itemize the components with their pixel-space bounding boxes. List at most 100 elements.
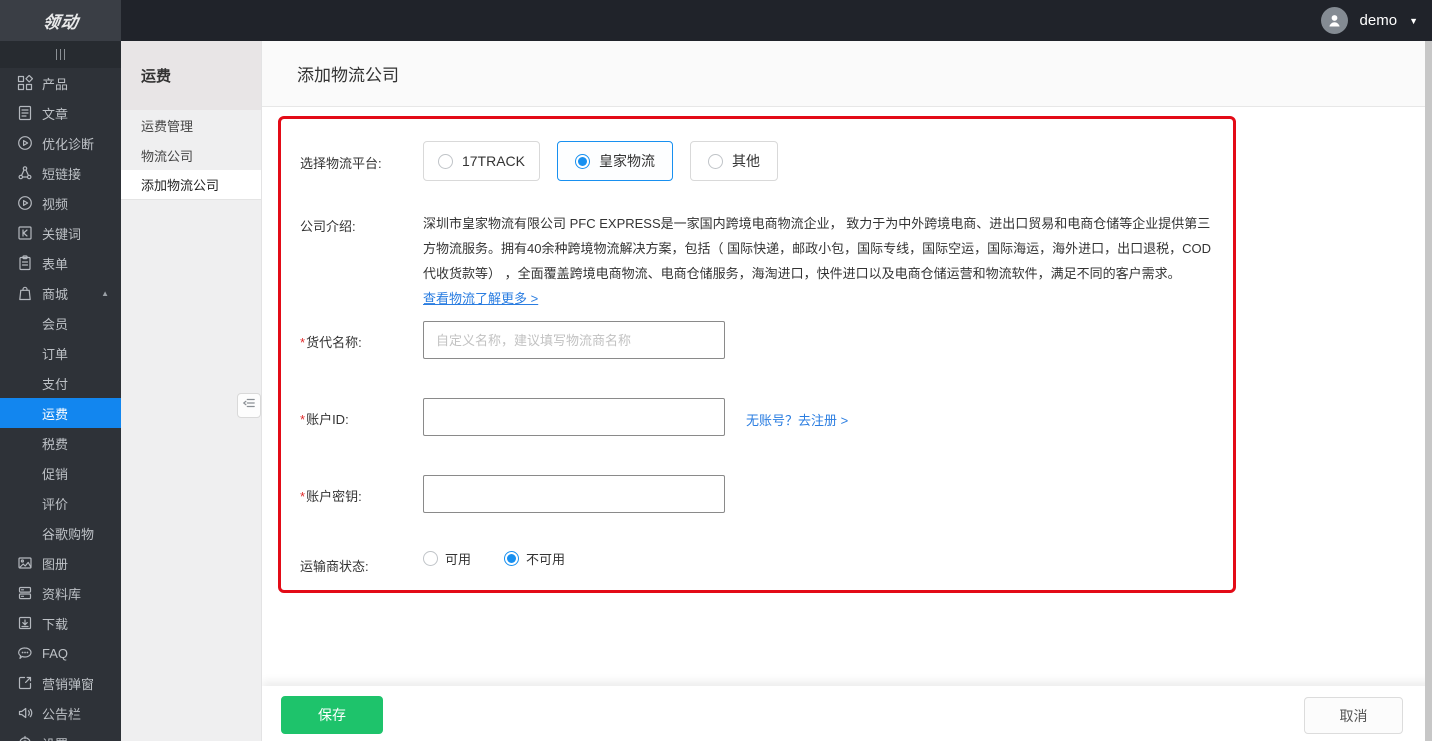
sidebar-item-label: 视频	[42, 194, 68, 213]
sidebar-item-label: 关键词	[42, 224, 81, 243]
user-menu[interactable]: demo ▼	[1321, 0, 1418, 41]
announcement-icon	[16, 705, 33, 722]
submenu-title: 运费	[121, 41, 261, 110]
sidebar-item-announcements[interactable]: 公告栏	[0, 698, 121, 728]
album-icon	[16, 555, 33, 572]
primary-sidebar: 产品 文章 优化诊断 短链接 视频 关键词 表单 商城 ▲ 会员 订单 支付 运…	[0, 41, 121, 741]
sidebar-item-members[interactable]: 会员	[0, 308, 121, 338]
status-option-unavailable[interactable]: 不可用	[504, 549, 565, 568]
sidebar-item-label: FAQ	[42, 646, 68, 661]
learn-more-link[interactable]: 查看物流了解更多 >	[423, 291, 538, 306]
shortlink-icon	[16, 165, 33, 182]
sidebar-item-video[interactable]: 视频	[0, 188, 121, 218]
radio-icon	[438, 154, 453, 169]
forwarder-name-label: *货代名称:	[300, 332, 362, 351]
sidebar-item-tax[interactable]: 税费	[0, 428, 121, 458]
carrier-status-options: 可用 不可用	[423, 549, 565, 568]
keyword-icon	[16, 225, 33, 242]
sidebar-item-label: 表单	[42, 254, 68, 273]
submenu-item-shipping-management[interactable]: 运费管理	[121, 110, 261, 140]
sidebar-item-label: 谷歌购物	[42, 524, 94, 543]
sidebar-item-library[interactable]: 资料库	[0, 578, 121, 608]
platform-option-label: 其他	[732, 151, 760, 171]
sidebar-item-shipping[interactable]: 运费	[0, 398, 121, 428]
radio-checked-icon	[575, 154, 590, 169]
sidebar-collapse-handle[interactable]	[0, 41, 121, 68]
form-icon	[16, 255, 33, 272]
carrier-status-label: 运输商状态:	[300, 556, 369, 575]
platform-option-royal-logistics[interactable]: 皇家物流	[557, 141, 673, 181]
submenu-item-label: 物流公司	[141, 146, 193, 165]
submenu-item-add-logistics-company[interactable]: 添加物流公司	[121, 170, 261, 200]
account-id-input[interactable]	[423, 398, 725, 436]
diagnosis-icon	[16, 135, 33, 152]
sidebar-item-promotion[interactable]: 促销	[0, 458, 121, 488]
radio-checked-icon	[504, 551, 519, 566]
sidebar-item-articles[interactable]: 文章	[0, 98, 121, 128]
sidebar-item-forms[interactable]: 表单	[0, 248, 121, 278]
page-titlebar: 添加物流公司	[262, 41, 1432, 107]
submenu-item-logistics-companies[interactable]: 物流公司	[121, 140, 261, 170]
logo[interactable]: 领动	[0, 0, 121, 41]
submenu-item-label: 添加物流公司	[141, 175, 219, 194]
sidebar-item-reviews[interactable]: 评价	[0, 488, 121, 518]
platform-option-other[interactable]: 其他	[690, 141, 778, 181]
forwarder-name-input[interactable]	[423, 321, 725, 359]
settings-icon	[16, 735, 33, 741]
download-icon	[16, 615, 33, 632]
collapse-panel-icon	[242, 396, 256, 415]
sidebar-item-label: 评价	[42, 494, 68, 513]
sidebar-item-products[interactable]: 产品	[0, 68, 121, 98]
sidebar-item-label: 订单	[42, 344, 68, 363]
required-asterisk: *	[300, 335, 305, 350]
scrollbar-track[interactable]	[1425, 41, 1432, 741]
submenu-item-label: 运费管理	[141, 116, 193, 135]
platform-option-17track[interactable]: 17TRACK	[423, 141, 540, 181]
mall-icon	[16, 285, 33, 302]
main-content: 添加物流公司 选择物流平台: 17TRACK 皇家物流 其他 公司介绍: 深圳市…	[262, 41, 1432, 741]
sidebar-item-label: 图册	[42, 554, 68, 573]
required-asterisk: *	[300, 489, 305, 504]
cancel-button[interactable]: 取消	[1304, 697, 1403, 734]
panel-collapse-button[interactable]	[237, 393, 261, 418]
sidebar-item-faq[interactable]: FAQ	[0, 638, 121, 668]
sidebar-item-downloads[interactable]: 下载	[0, 608, 121, 638]
sidebar-item-diagnosis[interactable]: 优化诊断	[0, 128, 121, 158]
secondary-sidebar: 运费 运费管理 物流公司 添加物流公司	[121, 41, 262, 741]
avatar[interactable]	[1321, 7, 1348, 34]
sidebar-item-payment[interactable]: 支付	[0, 368, 121, 398]
chevron-down-icon[interactable]: ▼	[1409, 16, 1418, 26]
topbar: 领动 demo ▼	[0, 0, 1432, 41]
sidebar-item-label: 营销弹窗	[42, 674, 94, 693]
radio-icon	[708, 154, 723, 169]
sidebar-item-keywords[interactable]: 关键词	[0, 218, 121, 248]
platform-option-label: 皇家物流	[599, 151, 655, 171]
sidebar-item-label: 优化诊断	[42, 134, 94, 153]
sidebar-item-label: 资料库	[42, 584, 81, 603]
scrollbar-thumb[interactable]	[1425, 41, 1432, 741]
account-secret-input[interactable]	[423, 475, 725, 513]
sidebar-item-settings[interactable]: 设置	[0, 728, 121, 741]
sidebar-item-mall[interactable]: 商城 ▲	[0, 278, 121, 308]
sidebar-item-label: 产品	[42, 74, 68, 93]
radio-icon	[423, 551, 438, 566]
sidebar-item-shortlink[interactable]: 短链接	[0, 158, 121, 188]
sidebar-item-marketing-popup[interactable]: 营销弹窗	[0, 668, 121, 698]
sidebar-item-orders[interactable]: 订单	[0, 338, 121, 368]
article-icon	[16, 105, 33, 122]
library-icon	[16, 585, 33, 602]
sidebar-item-google-shopping[interactable]: 谷歌购物	[0, 518, 121, 548]
form-footer: 保存 取消	[262, 686, 1432, 741]
company-intro: 深圳市皇家物流有限公司 PFC EXPRESS是一家国内跨境电商物流企业， 致力…	[423, 211, 1213, 311]
sidebar-item-label: 支付	[42, 374, 68, 393]
chevron-up-icon: ▲	[101, 289, 109, 298]
sidebar-item-label: 会员	[42, 314, 68, 333]
sidebar-item-albums[interactable]: 图册	[0, 548, 121, 578]
save-button[interactable]: 保存	[281, 696, 383, 734]
status-option-available[interactable]: 可用	[423, 549, 471, 568]
status-option-label: 不可用	[526, 549, 565, 568]
register-link[interactable]: 无账号？去注册 >	[746, 410, 848, 429]
user-name: demo	[1360, 12, 1398, 29]
sidebar-item-label: 文章	[42, 104, 68, 123]
products-icon	[16, 75, 33, 92]
